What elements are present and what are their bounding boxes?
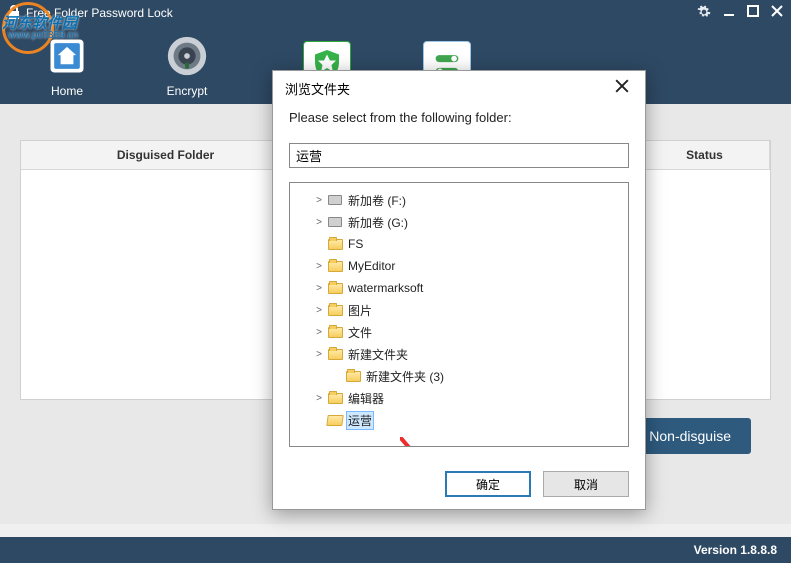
dialog-title: 浏览文件夹 <box>285 79 350 98</box>
tree-item[interactable]: ˃ 图片 <box>294 299 624 321</box>
tree-item[interactable]: ˃ 新建文件夹 <box>294 343 624 365</box>
lock-icon <box>8 5 20 22</box>
annotation-arrow <box>400 437 629 447</box>
chevron-icon[interactable]: ˃ <box>312 217 326 228</box>
folder-name-input[interactable] <box>289 143 629 168</box>
dialog-close-icon[interactable] <box>611 79 633 98</box>
window-controls <box>697 5 783 22</box>
drive-icon <box>326 217 344 227</box>
dialog-prompt: Please select from the following folder: <box>289 110 629 125</box>
tree-item[interactable]: ˃ 新加卷 (F:) <box>294 189 624 211</box>
folder-icon <box>326 283 344 294</box>
tree-item-label: watermarksoft <box>346 281 425 295</box>
tree-item-label: 图片 <box>346 302 374 319</box>
drive-icon <box>326 195 344 205</box>
chevron-icon[interactable]: ˃ <box>312 327 326 338</box>
toolbar-home[interactable]: Home <box>30 32 104 98</box>
dialog-titlebar: 浏览文件夹 <box>273 71 645 106</box>
chevron-icon[interactable]: ˃ <box>312 349 326 360</box>
tree-item[interactable]: ˃ watermarksoft <box>294 277 624 299</box>
chevron-icon[interactable]: ˃ <box>312 393 326 404</box>
folder-tree[interactable]: ˃ 新加卷 (F:) ˃ 新加卷 (G:) FS ˃ MyEditor ˃ watermarks… <box>289 182 629 447</box>
folder-icon <box>326 239 344 250</box>
folder-icon <box>326 393 344 404</box>
title-bar: Free Folder Password Lock <box>0 0 791 26</box>
tree-item[interactable]: ˃ MyEditor <box>294 255 624 277</box>
ok-button[interactable]: 确定 <box>445 471 531 497</box>
folder-icon <box>326 327 344 338</box>
close-icon[interactable] <box>771 5 783 22</box>
toolbar-encrypt-label: Encrypt <box>167 84 208 98</box>
tree-item[interactable]: ˃ 新加卷 (G:) <box>294 211 624 233</box>
non-disguise-button[interactable]: Non-disguise <box>629 418 751 454</box>
dialog-footer: 确定 取消 <box>273 459 645 509</box>
minimize-icon[interactable] <box>723 5 735 22</box>
tree-item[interactable]: FS <box>294 233 624 255</box>
chevron-icon[interactable]: ˃ <box>312 283 326 294</box>
status-bar: Version 1.8.8.8 <box>0 537 791 563</box>
chevron-icon[interactable]: ˃ <box>312 305 326 316</box>
folder-icon <box>326 305 344 316</box>
tree-item-label: 新建文件夹 (3) <box>364 368 446 385</box>
folder-icon <box>344 371 362 382</box>
dialog-body: Please select from the following folder:… <box>273 106 645 459</box>
toolbar-encrypt[interactable]: Encrypt <box>150 32 224 98</box>
settings-icon[interactable] <box>697 5 711 22</box>
tree-item-label: FS <box>346 237 365 251</box>
tree-item[interactable]: ˃ 文件 <box>294 321 624 343</box>
tree-item-label: 新建文件夹 <box>346 346 410 363</box>
tree-item-label: MyEditor <box>346 259 397 273</box>
tree-item[interactable]: 新建文件夹 (3) <box>294 365 624 387</box>
chevron-icon[interactable]: ˃ <box>312 261 326 272</box>
version-label: Version 1.8.8.8 <box>694 543 777 557</box>
tree-item-label: 新加卷 (F:) <box>346 192 408 209</box>
tree-item-label: 运营 <box>346 411 374 430</box>
folder-open-icon <box>326 415 344 426</box>
chevron-icon[interactable]: ˃ <box>312 195 326 206</box>
encrypt-icon <box>163 32 211 80</box>
folder-icon <box>326 261 344 272</box>
tree-item-label: 新加卷 (G:) <box>346 214 410 231</box>
window-title: Free Folder Password Lock <box>26 6 697 20</box>
tree-item-label: 编辑器 <box>346 390 386 407</box>
cancel-button[interactable]: 取消 <box>543 471 629 497</box>
maximize-icon[interactable] <box>747 5 759 22</box>
browse-folder-dialog: 浏览文件夹 Please select from the following f… <box>272 70 646 510</box>
col-status[interactable]: Status <box>640 141 770 169</box>
home-icon <box>43 32 91 80</box>
col-disguised-folder[interactable]: Disguised Folder <box>21 141 311 169</box>
tree-item-label: 文件 <box>346 324 374 341</box>
folder-icon <box>326 349 344 360</box>
toolbar-home-label: Home <box>51 84 83 98</box>
tree-item[interactable]: 运营 <box>294 409 624 431</box>
tree-item[interactable]: ˃ 编辑器 <box>294 387 624 409</box>
